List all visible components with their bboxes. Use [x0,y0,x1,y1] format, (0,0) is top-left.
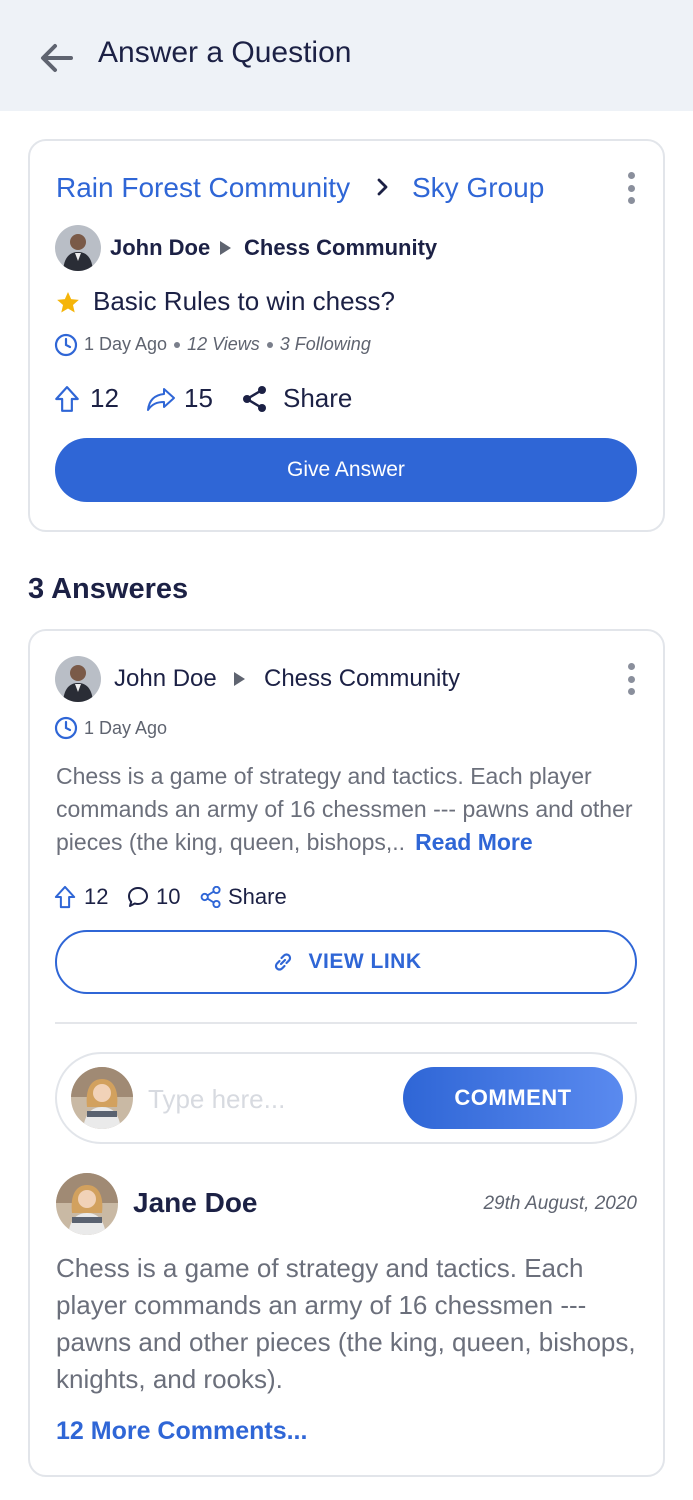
more-options-icon[interactable] [621,659,641,699]
answer-time: 1 Day Ago [84,718,168,738]
upvote-count: 12 [90,383,119,413]
caret-right-icon [234,672,245,686]
more-options-icon[interactable] [621,168,641,208]
forward-count: 15 [184,383,213,413]
answer-author-name[interactable]: John Doe [114,665,217,693]
clock-icon [54,333,78,357]
upvote-icon [55,385,79,412]
app-bar: Answer a Question [0,0,693,111]
question-meta: 1 Day Ago 12 Views 3 Following [84,334,371,355]
upvote-count: 12 [84,884,109,909]
share-icon [200,886,221,908]
question-author-name[interactable]: John Doe [110,235,210,261]
caret-right-icon [220,241,231,255]
share-label: Share [228,884,287,909]
upvote-button[interactable]: 12 [54,383,119,414]
answer-text: Chess is a game of strategy and tactics.… [56,760,646,859]
view-link-label: VIEW LINK [308,950,422,973]
share-label: Share [283,383,353,413]
avatar[interactable] [56,1173,118,1235]
link-icon [274,953,291,971]
avatar[interactable] [71,1067,133,1129]
comment-count: 10 [156,884,181,909]
divider [55,1022,637,1024]
give-answer-button[interactable]: Give Answer [55,438,637,502]
comment-bubble-icon [128,887,148,907]
upvote-icon [54,885,76,909]
share-icon [243,385,266,412]
back-button[interactable] [36,38,76,78]
upvote-button[interactable]: 12 [54,884,108,910]
arrow-left-icon [41,44,73,72]
breadcrumb-community[interactable]: Rain Forest Community [56,172,350,204]
page-title: Answer a Question [98,36,352,69]
question-time: 1 Day Ago [84,334,168,354]
comment-text: Chess is a game of strategy and tactics.… [56,1253,636,1394]
question-title: Basic Rules to win chess? [93,286,396,316]
chevron-right-icon [377,178,388,196]
more-comments-link[interactable]: 12 More Comments... [56,1417,307,1446]
question-community-name[interactable]: Chess Community [244,235,437,261]
comments-button[interactable]: 10 [126,884,180,910]
avatar[interactable] [55,225,101,271]
star-icon [57,291,79,313]
read-more-link[interactable]: Read More [415,829,533,855]
share-button[interactable]: Share [200,884,287,910]
comment-input[interactable] [148,1078,388,1120]
comment-date: 29th August, 2020 [483,1193,637,1214]
view-link-button[interactable]: VIEW LINK [55,930,637,994]
commenter-name[interactable]: Jane Doe [133,1187,258,1219]
forward-arrow-icon [147,387,175,411]
comment-button[interactable]: COMMENT [403,1067,623,1129]
question-following: 3 Following [279,334,371,354]
answer-community-name[interactable]: Chess Community [264,665,460,693]
breadcrumb-group[interactable]: Sky Group [412,172,544,204]
clock-icon [54,716,78,740]
avatar[interactable] [55,656,101,702]
answers-count-heading: 3 Answeres [28,573,189,605]
answer-body: Chess is a game of strategy and tactics.… [56,763,633,855]
question-views: 12 Views [187,334,260,354]
share-button[interactable]: Share [241,383,352,414]
forward-button[interactable]: 15 [146,383,213,414]
